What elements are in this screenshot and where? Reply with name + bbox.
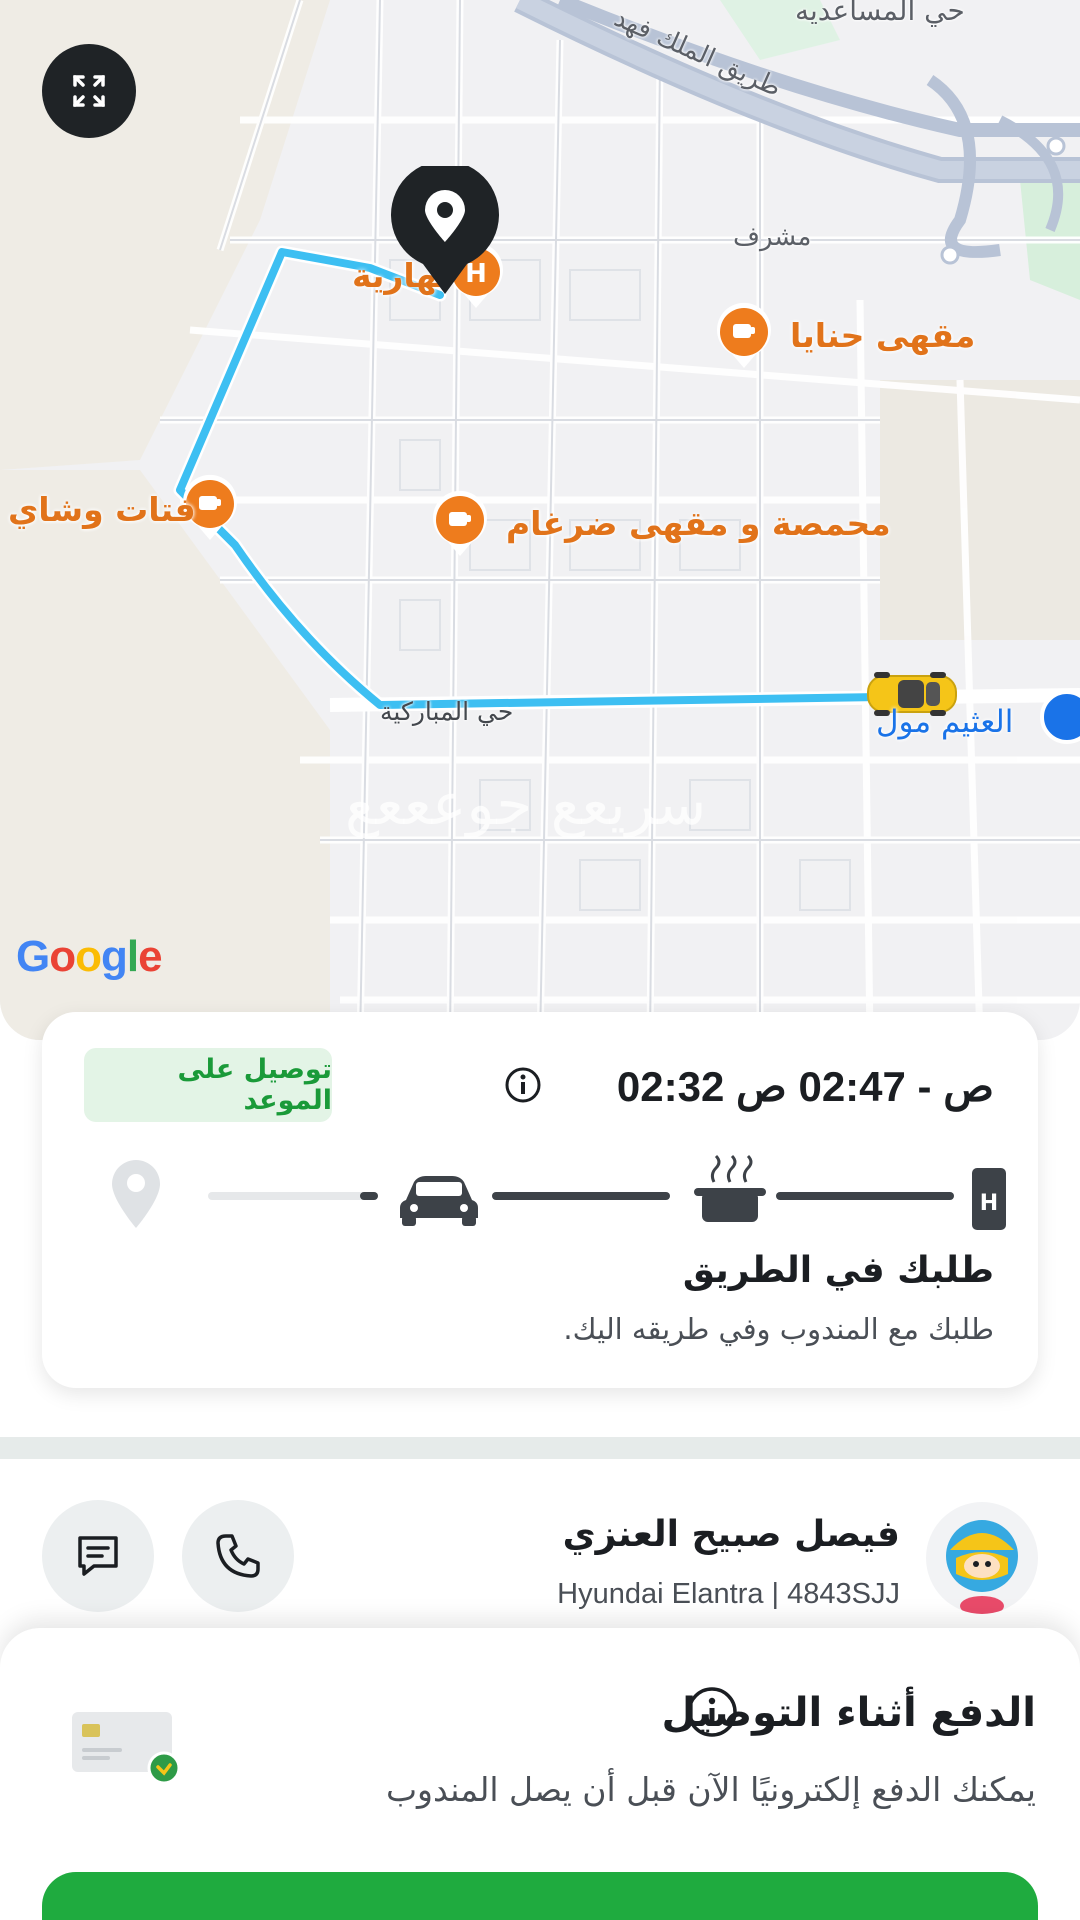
driver-avatar [926,1502,1038,1614]
order-progress-tracker: H [112,1154,1006,1230]
restaurant-icon: H [972,1168,1006,1230]
info-icon[interactable] [504,1066,542,1104]
order-status-card: 02:32 ص - 02:47 ص توصيل على الموعد H طلب… [42,1012,1038,1388]
district-label: حي المباركية [380,697,514,726]
info-icon[interactable] [686,1686,738,1738]
map-view[interactable]: طريق الملك فهد حي المساعديه مشرف حي المب… [0,0,1080,1040]
credit-card-icon [72,1712,181,1785]
chat-driver-button[interactable] [42,1500,154,1612]
driver-vehicle: Hyundai Elantra | 4843SJJ [557,1578,900,1610]
destination-pin-icon[interactable] [389,166,501,298]
car-icon [400,1176,478,1226]
chat-icon [78,1536,118,1576]
eta-range: 02:32 ص - 02:47 ص [616,1063,994,1110]
mall-label: العثيم مول [876,704,1014,740]
payment-subtitle: يمكنك الدفع إلكترونيًا الآن قبل أن يصل ا… [385,1770,1036,1809]
pay-now-button[interactable] [42,1872,1038,1920]
payment-sheet: الدفع أثناء التوصيل يمكنك الدفع إلكتروني… [0,1628,1080,1920]
expand-icon [73,75,105,107]
phone-icon [216,1534,260,1578]
svg-text:H: H [980,1191,998,1216]
poi-label: محمصة و مقهى ضرغام [506,504,891,543]
district-label: حي المساعديه [795,0,965,27]
section-divider [0,1437,1080,1459]
cooking-icon [694,1154,766,1222]
location-pin-icon [112,1160,160,1228]
watermark-text: سريعع جوعععع [345,770,707,838]
expand-map-button[interactable] [42,44,136,138]
status-subtitle: طلبك مع المندوب وفي طريقه اليك. [563,1312,994,1346]
helmet-avatar-icon [946,1520,1018,1614]
google-logo: Google [16,932,163,981]
driver-name: فيصل صبيح العنزي [562,1514,900,1555]
status-title: طلبك في الطريق [682,1250,994,1291]
district-label: مشرف [733,222,812,252]
cafe-marker-icon[interactable] [714,302,774,372]
on-time-badge: توصيل على الموعد [84,1048,332,1122]
call-driver-button[interactable] [182,1500,294,1612]
cafe-marker-icon[interactable] [430,490,490,560]
poi-label: مقهى حنايا [790,316,976,355]
poi-label: فتات وشاي [8,490,196,529]
